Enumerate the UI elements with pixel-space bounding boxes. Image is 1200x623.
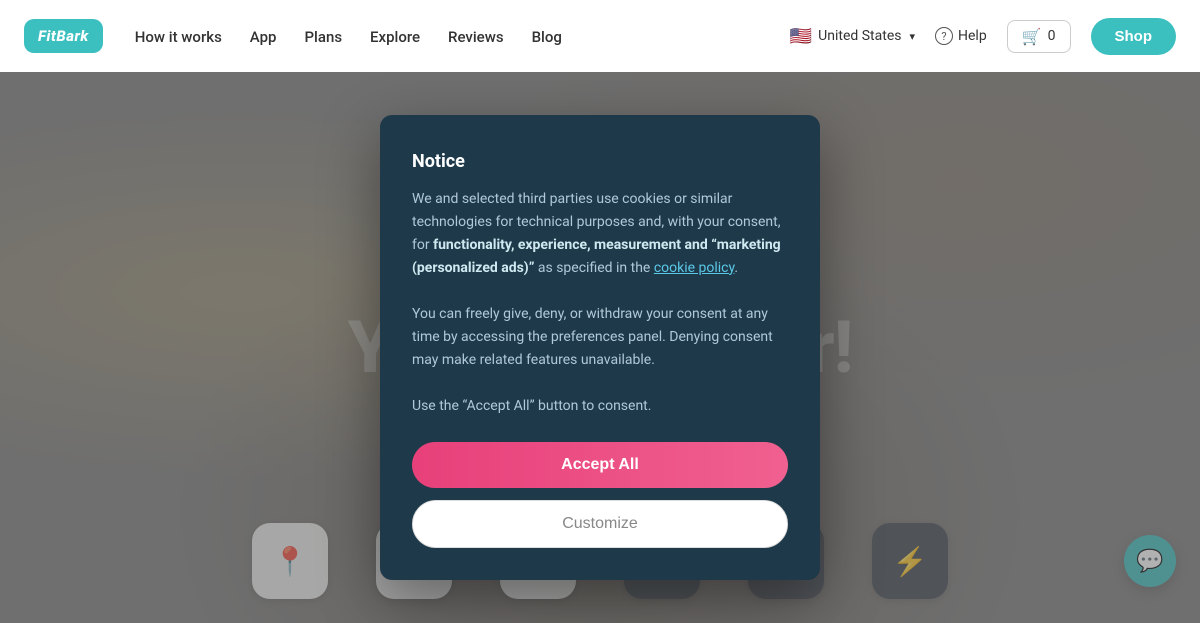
accept-all-button[interactable]: Accept All: [412, 442, 788, 488]
modal-body-line2: as specified in the: [534, 260, 653, 276]
modal-body-para2: You can freely give, deny, or withdraw y…: [412, 303, 788, 372]
nav-plans[interactable]: Plans: [304, 28, 342, 46]
nav-app[interactable]: App: [250, 28, 277, 46]
help-label: Help: [958, 28, 987, 44]
logo[interactable]: FitBark: [24, 19, 103, 53]
modal-body-para3: Use the “Accept All” button to consent.: [412, 395, 788, 418]
shop-button[interactable]: Shop: [1091, 18, 1177, 55]
country-selector[interactable]: 🇺🇸 United States ▾: [790, 26, 915, 47]
navbar: FitBark How it works App Plans Explore R…: [0, 0, 1200, 72]
cart-icon: 🛒: [1022, 27, 1042, 46]
cart-button[interactable]: 🛒 0: [1007, 20, 1071, 53]
nav-right: 🇺🇸 United States ▾ ? Help 🛒 0 Shop: [790, 18, 1176, 55]
cookie-modal: Notice We and selected third parties use…: [380, 115, 820, 581]
modal-body-line3: .: [734, 260, 738, 276]
chevron-down-icon: ▾: [909, 30, 915, 43]
nav-explore[interactable]: Explore: [370, 28, 420, 46]
nav-blog[interactable]: Blog: [532, 28, 562, 46]
nav-links: How it works App Plans Explore Reviews B…: [135, 27, 758, 46]
help-button[interactable]: ? Help: [935, 27, 987, 45]
help-circle-icon: ?: [935, 27, 953, 45]
country-label: United States: [818, 28, 901, 44]
modal-body: We and selected third parties use cookie…: [412, 188, 788, 419]
us-flag-icon: 🇺🇸: [790, 26, 812, 47]
nav-how-it-works[interactable]: How it works: [135, 28, 222, 46]
cart-count: 0: [1048, 28, 1056, 44]
modal-title: Notice: [412, 151, 788, 172]
modal-overlay: Notice We and selected third parties use…: [0, 72, 1200, 623]
customize-button[interactable]: Customize: [412, 500, 788, 548]
nav-reviews[interactable]: Reviews: [448, 28, 504, 46]
cookie-policy-link[interactable]: cookie policy: [654, 260, 735, 276]
hero-section: Your Al Tracker! 📍 🏠 🐾 ⚠️ 🐶 ⚡ 💬 Notice W…: [0, 72, 1200, 623]
